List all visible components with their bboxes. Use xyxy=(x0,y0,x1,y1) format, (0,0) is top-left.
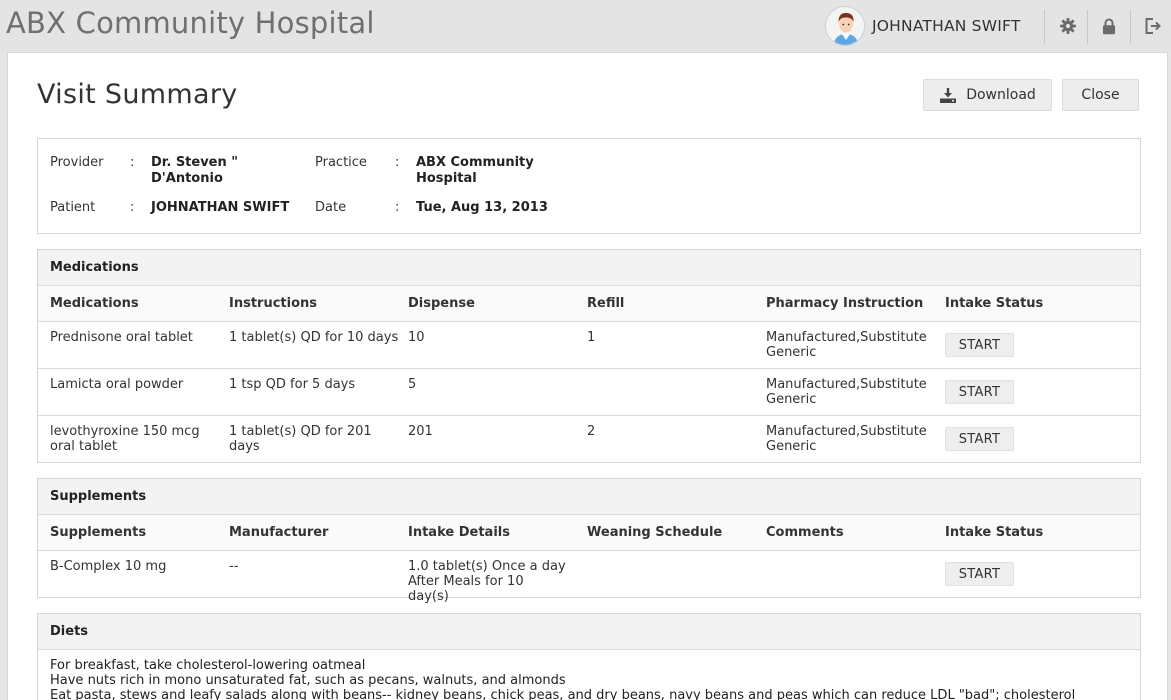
column-header: Dispense xyxy=(408,296,475,311)
visit-info-box: Provider : Dr. Steven " D'Antonio Practi… xyxy=(37,138,1141,234)
download-icon xyxy=(940,87,957,103)
table-row: B-Complex 10 mg -- 1.0 tablet(s) Once a … xyxy=(38,551,1140,604)
separator: : xyxy=(130,155,135,170)
medication-instructions: 1 tablet(s) QD for 10 days xyxy=(229,330,399,345)
medication-name: Prednisone oral tablet xyxy=(50,330,193,345)
gear-icon[interactable] xyxy=(1058,16,1078,36)
medication-refill: 2 xyxy=(587,424,596,439)
medication-refill: 1 xyxy=(587,330,596,345)
visit-summary-panel: Visit Summary Download Close Provider : … xyxy=(7,52,1168,700)
column-header: Weaning Schedule xyxy=(587,525,723,540)
practice-label: Practice xyxy=(315,155,367,170)
pharmacy-instruction: Manufactured,Substitute Generic xyxy=(766,424,927,454)
pharmacy-instruction: Manufactured,Substitute Generic xyxy=(766,377,927,407)
date-value: Tue, Aug 13, 2013 xyxy=(416,200,548,215)
supplement-name: B-Complex 10 mg xyxy=(50,559,167,574)
divider xyxy=(1044,10,1045,44)
column-header: Refill xyxy=(587,296,625,311)
diet-line: Eat pasta, stews and leafy salads along … xyxy=(50,688,1076,700)
logout-icon[interactable] xyxy=(1143,16,1163,36)
provider-label: Provider xyxy=(50,155,104,170)
user-name[interactable]: JOHNATHAN SWIFT xyxy=(872,17,1021,35)
table-row: levothyroxine 150 mcg oral tablet 1 tabl… xyxy=(38,416,1140,462)
supplements-section: Supplements Supplements Manufacturer Int… xyxy=(37,478,1141,604)
provider-value: Dr. Steven " D'Antonio xyxy=(151,155,239,186)
diet-instructions: For breakfast, take cholesterol-lowering… xyxy=(38,650,1140,700)
start-intake-button[interactable]: START xyxy=(945,562,1014,586)
top-bar: ABX Community Hospital JOHNATHAN SWIFT xyxy=(0,0,1171,52)
page-title: Visit Summary xyxy=(37,79,238,110)
supplements-header: Supplements xyxy=(38,479,1140,515)
column-header: Medications xyxy=(50,296,139,311)
patient-label: Patient xyxy=(50,200,96,215)
start-intake-button[interactable]: START xyxy=(945,333,1014,357)
supplements-column-headers: Supplements Manufacturer Intake Details … xyxy=(38,515,1140,551)
medication-name: Lamicta oral powder xyxy=(50,377,184,392)
supplement-manufacturer: -- xyxy=(229,559,239,574)
table-row: Prednisone oral tablet 1 tablet(s) QD fo… xyxy=(38,322,1140,369)
download-button[interactable]: Download xyxy=(923,79,1052,111)
close-label: Close xyxy=(1081,87,1120,103)
medications-header: Medications xyxy=(38,250,1140,286)
download-label: Download xyxy=(966,87,1036,103)
table-row: Lamicta oral powder 1 tsp QD for 5 days … xyxy=(38,369,1140,416)
medication-instructions: 1 tsp QD for 5 days xyxy=(229,377,356,392)
divider xyxy=(1130,10,1131,44)
separator: : xyxy=(395,155,400,170)
user-menu[interactable]: JOHNATHAN SWIFT xyxy=(825,6,1021,46)
column-header: Manufacturer xyxy=(229,525,329,540)
close-button[interactable]: Close xyxy=(1062,79,1139,111)
column-header: Comments xyxy=(766,525,844,540)
medications-column-headers: Medications Instructions Dispense Refill… xyxy=(38,286,1140,322)
start-intake-button[interactable]: START xyxy=(945,380,1014,404)
supplement-intake-details: 1.0 tablet(s) Once a day After Meals for… xyxy=(408,559,566,604)
date-label: Date xyxy=(315,200,347,215)
separator: : xyxy=(395,200,400,215)
divider xyxy=(1087,10,1088,44)
pharmacy-instruction: Manufactured,Substitute Generic xyxy=(766,330,927,360)
medication-dispense: 5 xyxy=(408,377,417,392)
column-header: Intake Details xyxy=(408,525,510,540)
medication-dispense: 10 xyxy=(408,330,425,345)
separator: : xyxy=(130,200,135,215)
medication-dispense: 201 xyxy=(408,424,433,439)
column-header: Intake Status xyxy=(945,296,1044,311)
diets-section: Diets For breakfast, take cholesterol-lo… xyxy=(37,613,1141,700)
column-header: Intake Status xyxy=(945,525,1044,540)
diet-line: Have nuts rich in mono unsaturated fat, … xyxy=(50,673,566,688)
patient-value: JOHNATHAN SWIFT xyxy=(151,200,290,215)
practice-value: ABX Community Hospital xyxy=(416,155,534,186)
diet-line: For breakfast, take cholesterol-lowering… xyxy=(50,658,366,673)
column-header: Instructions xyxy=(229,296,318,311)
column-header: Supplements xyxy=(50,525,147,540)
medications-section: Medications Medications Instructions Dis… xyxy=(37,249,1141,463)
medication-instructions: 1 tablet(s) QD for 201 days xyxy=(229,424,372,454)
app-title: ABX Community Hospital xyxy=(6,6,375,40)
column-header: Pharmacy Instruction xyxy=(766,296,924,311)
lock-icon[interactable] xyxy=(1099,16,1119,36)
avatar-icon[interactable] xyxy=(825,6,865,46)
medication-name: levothyroxine 150 mcg oral tablet xyxy=(50,424,200,454)
diets-header: Diets xyxy=(38,614,1140,650)
start-intake-button[interactable]: START xyxy=(945,427,1014,451)
